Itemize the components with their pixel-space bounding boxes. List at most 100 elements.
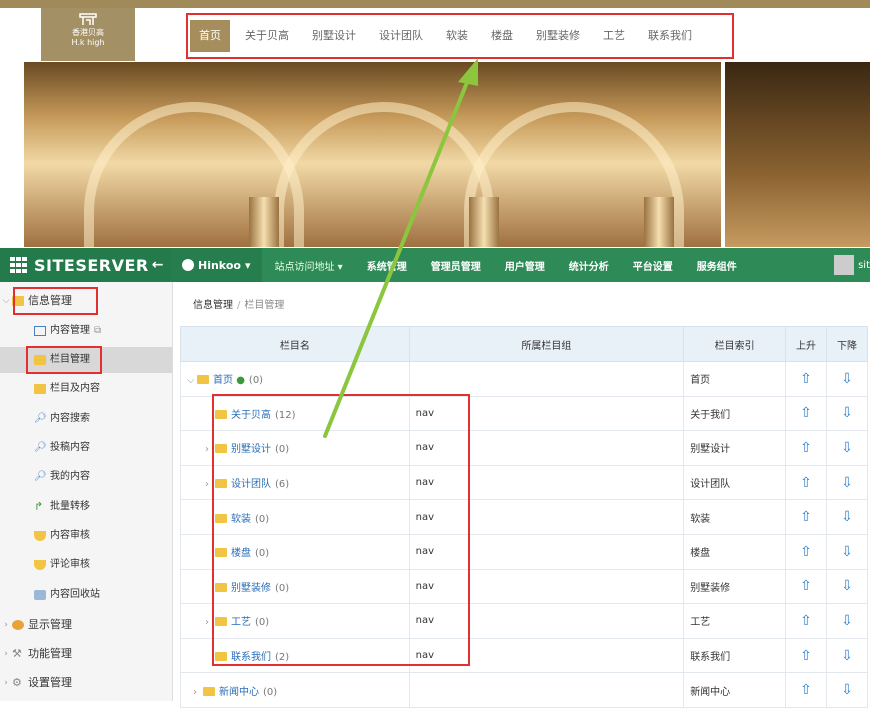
sidebar-item-my-content[interactable]: 🔎︎ 我的内容 [0,464,172,490]
menu-system[interactable]: 系统管理 [355,258,419,273]
user-menu[interactable]: sit [834,248,870,282]
sidebar-group-label: 功能管理 [28,647,72,660]
move-down-icon[interactable]: ⇩ [825,430,869,466]
cell-index: 软装 [683,499,787,535]
move-down-icon[interactable]: ⇩ [825,603,869,639]
site-logo[interactable]: 香港贝高 H.k high [41,8,135,61]
sidebar-item-label: 内容搜索 [50,413,90,424]
chevron-right-icon: › [4,678,8,688]
sidebar-group-settings[interactable]: › ⚙ 设置管理 [0,670,172,696]
cell-index: 首页 [683,361,787,397]
breadcrumb: 信息管理 / 栏目管理 [193,296,284,311]
sidebar-item-label: 内容审核 [50,530,90,541]
admin-topbar: SITESERVER ← Hinkoo ▾ 站点访问地址 ▾ 系统管理 管理员管… [0,248,870,282]
menu-stats[interactable]: 统计分析 [557,258,621,273]
chevron-down-icon: ▾ [337,261,343,273]
sidebar-item-search[interactable]: 🔎︎ 内容搜索 [0,406,172,432]
chevron-down-icon: ⌵ [2,296,10,306]
sidebar-item-label: 评论审核 [50,559,90,570]
cell-index: 别墅装修 [683,568,787,605]
move-up-icon[interactable]: ⇧ [785,637,827,674]
palette-icon [12,620,24,630]
move-up-icon[interactable]: ⇧ [785,361,827,397]
column-link[interactable]: 首页 [213,375,233,386]
move-up-icon[interactable]: ⇧ [785,568,827,605]
shield-icon [34,531,46,541]
chevron-right-icon[interactable]: › [193,687,203,698]
move-up-icon[interactable]: ⇧ [785,603,827,639]
move-up-icon[interactable]: ⇧ [785,464,827,501]
menu-services[interactable]: 服务组件 [685,258,749,273]
sidebar-item-columns-content[interactable]: 栏目及内容 [0,376,172,402]
sidebar-item-review[interactable]: 内容审核 [0,523,172,549]
move-up-icon[interactable]: ⇧ [785,430,827,466]
folder-icon [34,384,46,394]
logo-text-en: H.k high [71,38,105,47]
search-icon: 🔎︎ [34,442,47,453]
column-decoration [249,197,279,247]
menu-admin[interactable]: 管理员管理 [419,258,493,273]
sidebar-item-comments[interactable]: 评论审核 [0,552,172,578]
username: sit [858,259,870,271]
column-link[interactable]: 新闻中心 [219,687,259,698]
new-window-icon[interactable]: ⧉ [94,318,101,344]
collapse-arrow-icon[interactable]: ← [152,257,164,273]
sidebar-item-label: 栏目及内容 [50,383,100,394]
cell-group [408,672,685,708]
grid-icon [10,257,28,273]
table-row: ⌵ 首页 ● (0) 首页 ⇧ ⇩ [180,361,869,397]
menu-site-url[interactable]: 站点访问地址 ▾ [262,258,354,273]
table-row: › 新闻中心 (0) 新闻中心 ⇧ ⇩ [180,672,869,708]
brand: SITESERVER ← [0,248,170,282]
column-count: (0) [248,375,264,387]
sidebar-item-label: 内容回收站 [50,589,100,600]
arch-decoration [274,102,494,247]
recycle-icon [34,590,46,600]
header-up: 上升 [785,326,827,362]
column-decoration [644,197,674,247]
move-arrow-icon: ↱ [34,500,44,513]
move-up-icon[interactable]: ⇧ [785,672,827,708]
move-down-icon[interactable]: ⇩ [825,464,869,501]
move-down-icon[interactable]: ⇩ [825,361,869,397]
column-decoration [469,197,499,247]
sidebar-group-label: 显示管理 [28,618,72,631]
move-down-icon[interactable]: ⇩ [825,672,869,708]
sidebar: ⌵ 信息管理 内容管理 ⧉ 栏目管理 栏目及内容 🔎︎ 内容搜索 🔎︎ 投稿内容… [0,282,173,701]
columns-highlight [26,346,102,374]
sidebar-item-submissions[interactable]: 🔎︎ 投稿内容 [0,435,172,461]
search-icon: 🔎︎ [34,471,47,482]
logo-text-cn: 香港贝高 [72,28,104,37]
logo-icon [79,13,97,25]
nav-highlight-box [186,13,734,59]
sidebar-item-label: 我的内容 [50,471,90,482]
sidebar-item-content[interactable]: 内容管理 ⧉ [0,318,172,344]
move-up-icon[interactable]: ⇧ [785,533,827,570]
menu-platform[interactable]: 平台设置 [621,258,685,273]
website-header: 香港贝高 H.k high 首页 关于贝高 别墅设计 设计团队 软装 楼盘 别墅… [0,0,870,62]
move-down-icon[interactable]: ⇩ [825,499,869,535]
breadcrumb-root[interactable]: 信息管理 [193,300,233,311]
cell-group [408,361,685,397]
chevron-down-icon[interactable]: ⌵ [187,375,197,386]
cell-index: 设计团队 [683,464,787,501]
cell-name: ⌵ 首页 ● (0) [180,361,410,397]
move-up-icon[interactable]: ⇧ [785,499,827,535]
move-up-icon[interactable]: ⇧ [785,395,827,432]
move-down-icon[interactable]: ⇩ [825,637,869,674]
move-down-icon[interactable]: ⇩ [825,395,869,432]
sidebar-group-functions[interactable]: › ⚒ 功能管理 [0,641,172,667]
sidebar-group-display[interactable]: › 显示管理 [0,612,172,638]
site-selector[interactable]: Hinkoo ▾ [170,248,263,282]
move-down-icon[interactable]: ⇩ [825,533,869,570]
columns-highlight-box [212,394,470,666]
chevron-down-icon: ▾ [244,258,251,272]
site-name: Hinkoo [198,258,241,272]
info-management-highlight [13,287,98,315]
move-down-icon[interactable]: ⇩ [825,568,869,605]
chevron-right-icon: › [4,649,8,659]
hero-image [24,62,870,247]
menu-users[interactable]: 用户管理 [493,258,557,273]
sidebar-item-recycle[interactable]: 内容回收站 [0,582,172,608]
sidebar-item-batch-move[interactable]: ↱ 批量转移 [0,494,172,520]
